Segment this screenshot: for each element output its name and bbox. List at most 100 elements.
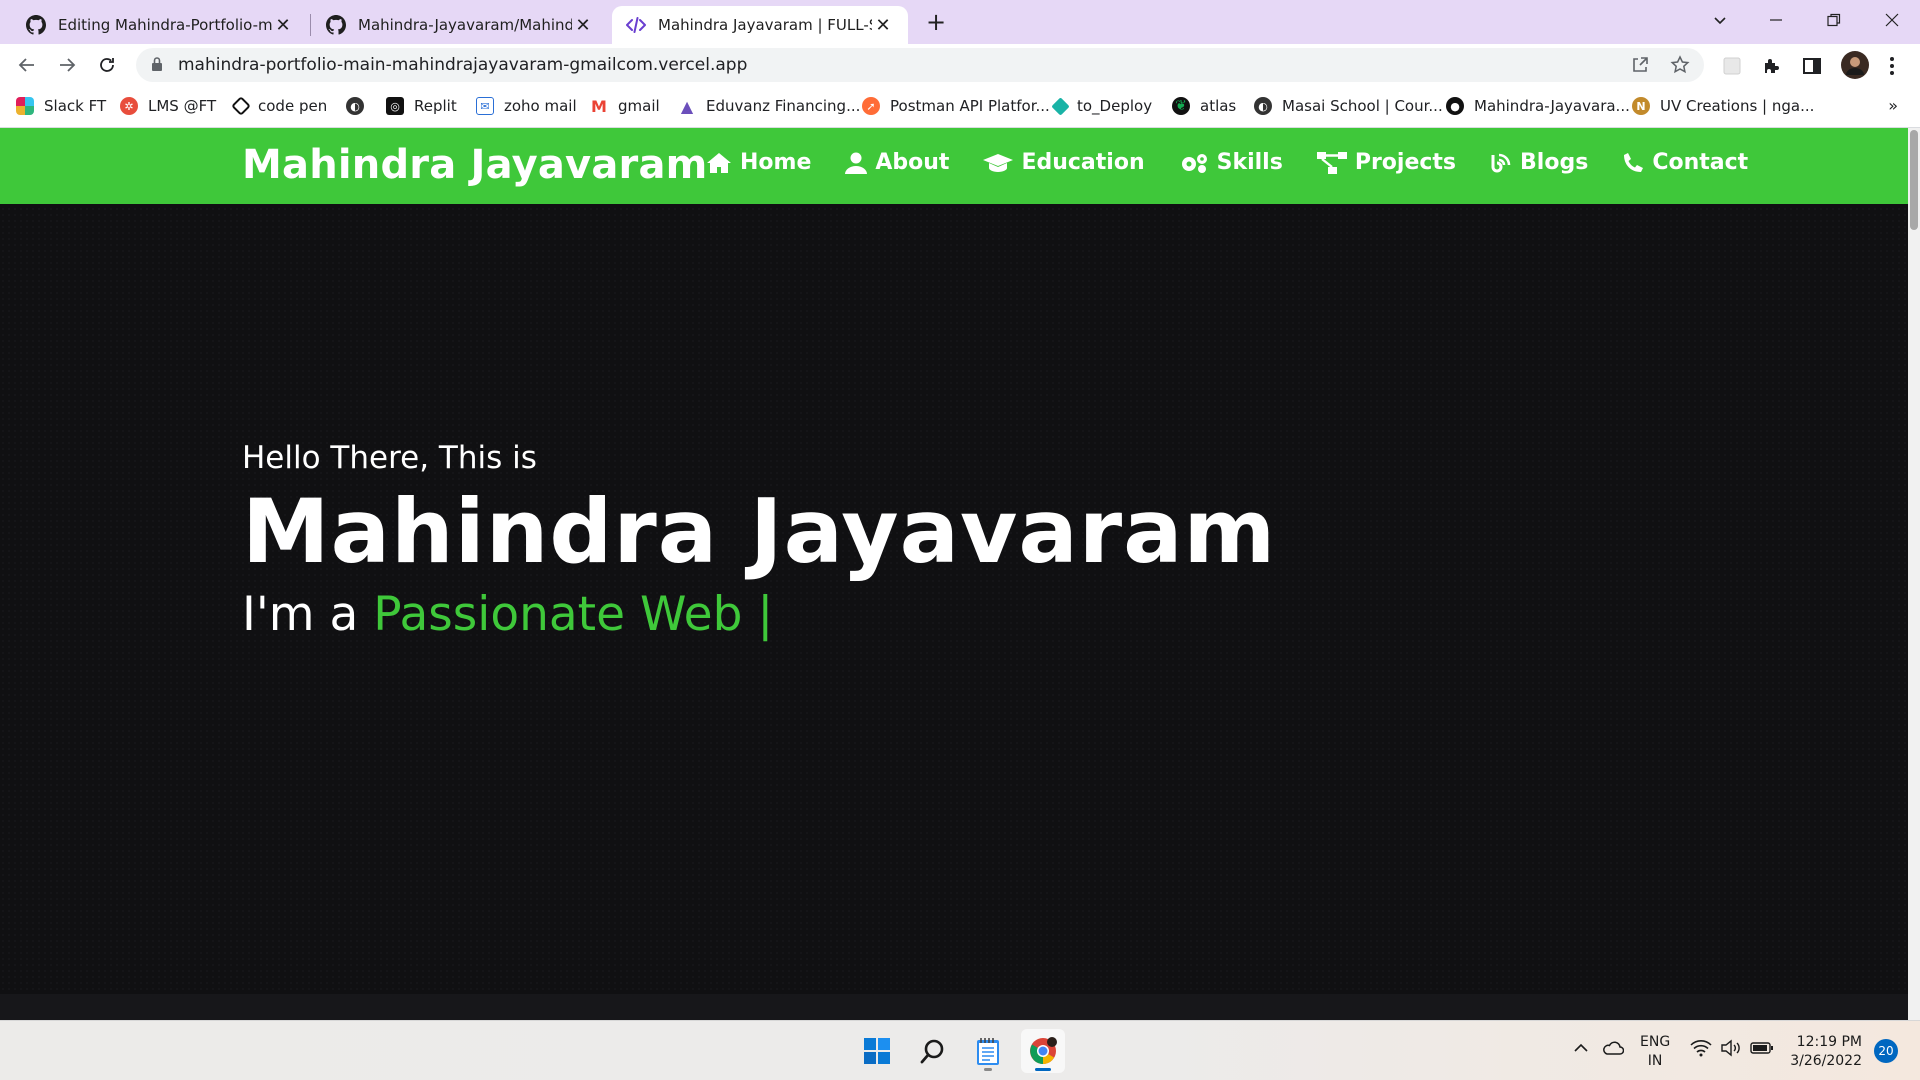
bookmark-eduvanz[interactable]: ▲ Eduvanz Financing... (678, 97, 860, 116)
hero-typed-text: Passionate Web | (373, 587, 774, 642)
mail-icon: ✉ (476, 97, 494, 115)
bookmark-globe[interactable]: ◐ (346, 97, 374, 115)
address-bar[interactable]: mahindra-portfolio-main-mahindrajayavara… (136, 48, 1704, 82)
volume-icon[interactable] (1720, 1039, 1742, 1061)
uv-icon: N (1632, 97, 1650, 115)
back-button[interactable] (12, 50, 42, 80)
globe-icon: ◐ (1254, 97, 1272, 115)
site-brand[interactable]: Mahindra Jayavaram (242, 142, 708, 188)
nav-home[interactable]: Home (706, 150, 811, 175)
bookmark-label: Mahindra-Jayavara... (1474, 97, 1630, 115)
minimize-icon (1770, 19, 1782, 21)
region-code: IN (1647, 1053, 1663, 1069)
bookmark-gmail[interactable]: M gmail (590, 96, 660, 116)
tab-title: Mahindra Jayavaram | FULL-STAC (658, 16, 872, 34)
bookmarks-bar: Slack FT ✲ LMS @FT code pen ◐ ◎ Replit ✉… (0, 86, 1920, 128)
hero-tagline: I'm a Passionate Web | (242, 587, 1276, 642)
wifi-icon[interactable] (1690, 1039, 1712, 1061)
tab-search-button[interactable] (1692, 0, 1748, 40)
search-icon (920, 1039, 944, 1064)
nav-skills[interactable]: Skills (1179, 150, 1283, 175)
gmail-icon: M (590, 96, 608, 116)
github-icon (326, 15, 346, 35)
website-viewport: Mahindra Jayavaram Home About Education … (0, 128, 1908, 1020)
bookmarks-overflow-icon[interactable]: » (1888, 96, 1898, 115)
scrollbar-thumb[interactable] (1910, 130, 1918, 230)
bookmark-label: Postman API Platfor... (890, 97, 1050, 115)
bookmark-codepen[interactable]: code pen (231, 96, 327, 116)
bookmark-postman[interactable]: ➚ Postman API Platfor... (862, 97, 1050, 115)
windows-logo-icon (864, 1038, 890, 1064)
close-tab-icon[interactable]: ✕ (572, 15, 594, 36)
start-button[interactable] (855, 1029, 899, 1073)
extension-placeholder-icon[interactable] (1720, 54, 1744, 78)
new-tab-button[interactable]: + (922, 8, 950, 36)
bookmark-uv-creations[interactable]: N UV Creations | nga... (1632, 97, 1814, 115)
bookmark-label: Replit (414, 97, 457, 115)
nav-about[interactable]: About (845, 150, 949, 175)
page-scrollbar[interactable] (1908, 128, 1920, 1020)
notification-badge[interactable]: 20 (1874, 1039, 1898, 1063)
taskbar-notepad[interactable] (966, 1029, 1010, 1073)
home-icon (707, 152, 731, 173)
graduation-cap-icon (983, 153, 1014, 172)
nav-blogs[interactable]: Blogs (1490, 150, 1588, 175)
taskbar-chrome[interactable] (1021, 1029, 1065, 1073)
battery-icon[interactable] (1750, 1039, 1774, 1061)
bookmark-replit[interactable]: ◎ Replit (386, 97, 457, 115)
hero-name: Mahindra Jayavaram (242, 480, 1277, 583)
tray-overflow-chevron-icon[interactable] (1572, 1039, 1590, 1061)
bookmark-slack[interactable]: Slack FT (16, 97, 106, 115)
reload-button[interactable] (92, 50, 122, 80)
bookmark-label: Slack FT (44, 97, 107, 115)
side-panel-icon[interactable] (1800, 54, 1824, 78)
hero-section: Hello There, This is Mahindra Jayavaram … (242, 440, 1276, 642)
bookmark-label: zoho mail (504, 97, 577, 115)
clock-date: 3/26/2022 (1790, 1053, 1862, 1069)
bookmark-zoho-mail[interactable]: ✉ zoho mail (476, 97, 577, 115)
bookmark-star-icon[interactable] (1670, 55, 1690, 80)
restore-button[interactable] (1806, 0, 1862, 40)
nav-education[interactable]: Education (983, 150, 1145, 175)
taskbar-search-button[interactable] (911, 1029, 955, 1073)
bookmark-atlas[interactable]: ❦ atlas (1172, 97, 1236, 115)
next-section-edge (0, 994, 1908, 1020)
tab-github-repo[interactable]: Mahindra-Jayavaram/Mahindra-P ✕ (312, 6, 608, 44)
lms-icon: ✲ (120, 97, 138, 115)
share-icon[interactable] (1630, 55, 1650, 80)
onedrive-cloud-icon[interactable] (1602, 1039, 1625, 1061)
close-tab-icon[interactable]: ✕ (272, 15, 294, 36)
bookmark-lms[interactable]: ✲ LMS @FT (120, 97, 216, 115)
postman-icon: ➚ (862, 97, 880, 115)
minimize-button[interactable] (1748, 0, 1804, 40)
extensions-puzzle-icon[interactable] (1760, 54, 1784, 78)
phone-icon (1624, 152, 1644, 172)
browser-menu-icon[interactable] (1880, 54, 1904, 78)
nav-label: Skills (1216, 150, 1283, 175)
bookmark-github-profile[interactable]: ● Mahindra-Jayavara... (1446, 97, 1630, 115)
codepen-icon (231, 96, 251, 116)
code-icon (626, 17, 646, 33)
system-clock[interactable]: 12:19 PM 3/26/2022 (1782, 1033, 1862, 1071)
tab-editing-portfolio[interactable]: Editing Mahindra-Portfolio-main/ ✕ (12, 6, 308, 44)
nav-contact[interactable]: Contact (1622, 150, 1748, 175)
running-indicator (984, 1068, 992, 1071)
bookmark-masai[interactable]: ◐ Masai School | Cour... (1254, 97, 1443, 115)
hero-prefix: I'm a (242, 587, 359, 642)
close-icon (1885, 13, 1899, 27)
forward-button[interactable] (52, 50, 82, 80)
close-window-button[interactable] (1864, 0, 1920, 40)
github-icon (26, 15, 46, 35)
close-tab-icon[interactable]: ✕ (872, 15, 894, 36)
tab-title: Mahindra-Jayavaram/Mahindra-P (358, 16, 572, 34)
profile-avatar[interactable] (1840, 50, 1870, 80)
bookmark-label: to_Deploy (1077, 97, 1153, 115)
bookmark-to-deploy[interactable]: to_Deploy (1051, 96, 1153, 116)
tab-portfolio-active[interactable]: Mahindra Jayavaram | FULL-STAC ✕ (612, 6, 908, 44)
language-indicator[interactable]: ENG IN (1640, 1033, 1670, 1071)
tab-separator (310, 14, 311, 36)
eduvanz-icon: ▲ (678, 97, 696, 116)
nav-projects[interactable]: Projects (1316, 150, 1456, 175)
nav-label: About (875, 150, 950, 175)
bookmark-label: UV Creations | nga... (1660, 97, 1815, 115)
